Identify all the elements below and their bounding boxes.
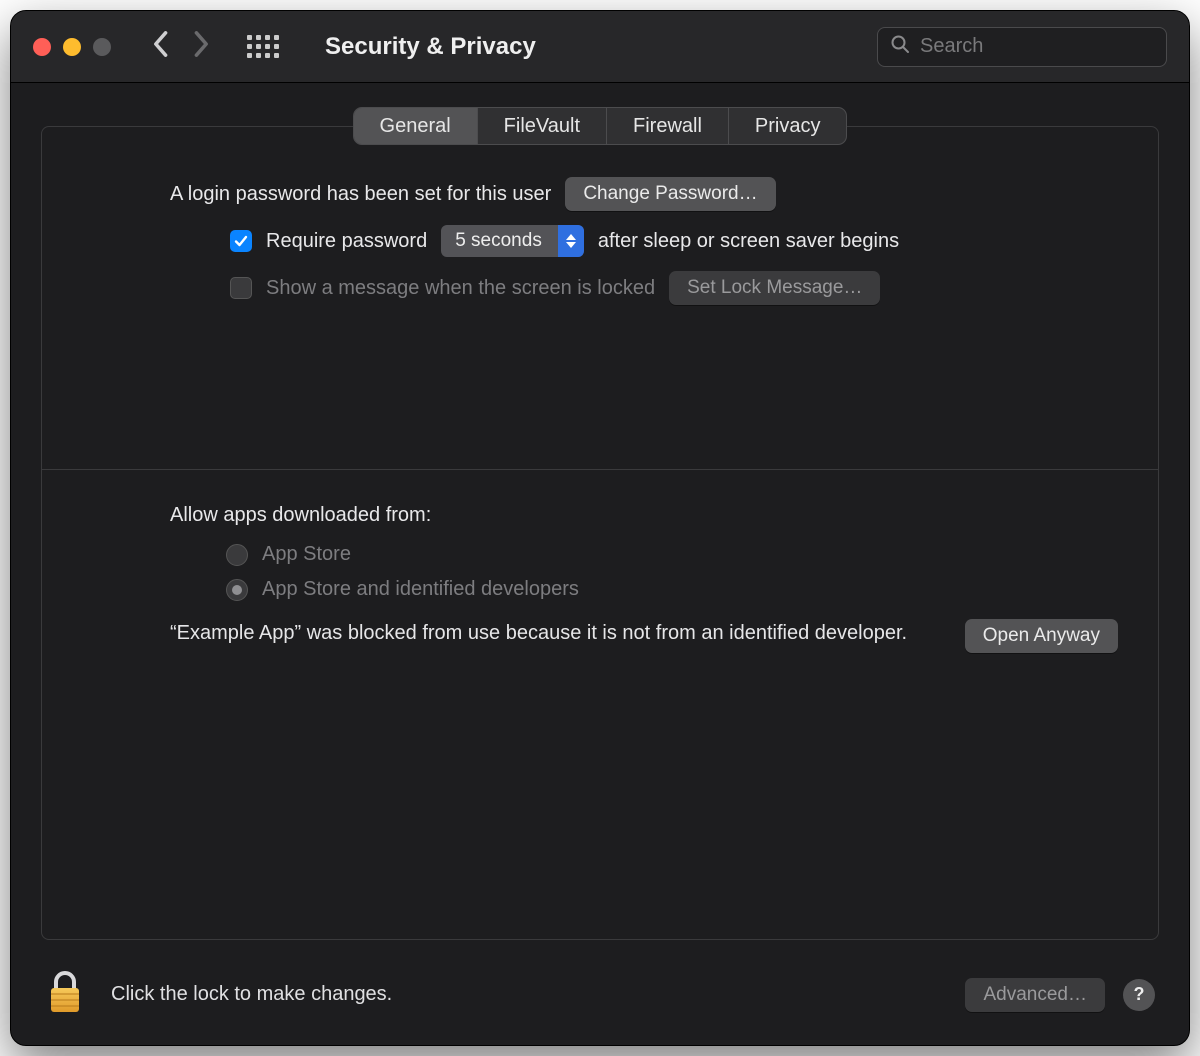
radio-app-store-identified[interactable]: App Store and identified developers (226, 578, 1118, 601)
traffic-lights (33, 38, 111, 56)
require-password-delay-popup[interactable]: 5 seconds (441, 225, 584, 257)
search-field[interactable] (877, 27, 1167, 67)
tab-privacy[interactable]: Privacy (729, 108, 847, 144)
show-lock-message-checkbox[interactable] (230, 277, 252, 299)
login-password-status: A login password has been set for this u… (170, 183, 551, 206)
require-password-delay-value: 5 seconds (455, 230, 542, 252)
advanced-button[interactable]: Advanced… (965, 978, 1105, 1012)
login-password-section: A login password has been set for this u… (42, 177, 1158, 319)
allow-apps-heading: Allow apps downloaded from: (170, 504, 1118, 527)
require-password-checkbox[interactable] (230, 230, 252, 252)
tab-filevault[interactable]: FileVault (478, 108, 607, 144)
window-title: Security & Privacy (325, 33, 536, 61)
radio-app-store-label: App Store (262, 543, 351, 566)
allow-apps-radiogroup: App Store App Store and identified devel… (226, 543, 1118, 601)
tab-general[interactable]: General (354, 108, 478, 144)
close-window-button[interactable] (33, 38, 51, 56)
chevron-updown-icon (558, 225, 584, 257)
search-icon (890, 34, 910, 59)
radio-app-store[interactable]: App Store (226, 543, 1118, 566)
radio-app-store-identified-label: App Store and identified developers (262, 578, 579, 601)
show-all-button[interactable] (247, 35, 279, 58)
zoom-window-button[interactable] (93, 38, 111, 56)
open-anyway-button[interactable]: Open Anyway (965, 619, 1118, 653)
change-password-button[interactable]: Change Password… (565, 177, 775, 211)
section-divider (42, 469, 1158, 470)
radio-icon (226, 544, 248, 566)
content-area: General FileVault Firewall Privacy A log… (11, 83, 1189, 950)
lock-hint: Click the lock to make changes. (111, 983, 392, 1006)
preferences-window: Security & Privacy General FileVault Fir… (10, 10, 1190, 1046)
radio-icon (226, 579, 248, 601)
back-button[interactable] (151, 30, 169, 63)
require-password-prefix: Require password (266, 230, 427, 253)
tab-firewall[interactable]: Firewall (607, 108, 729, 144)
footer: Click the lock to make changes. Advanced… (11, 950, 1189, 1045)
blocked-app-message: “Example App” was blocked from use becau… (170, 619, 925, 647)
titlebar: Security & Privacy (11, 11, 1189, 83)
minimize-window-button[interactable] (63, 38, 81, 56)
set-lock-message-button[interactable]: Set Lock Message… (669, 271, 880, 305)
general-panel: A login password has been set for this u… (41, 126, 1159, 940)
forward-button[interactable] (193, 30, 211, 63)
lock-icon[interactable] (45, 968, 85, 1021)
allow-apps-section: Allow apps downloaded from: App Store Ap… (42, 504, 1158, 653)
help-button[interactable]: ? (1123, 979, 1155, 1011)
nav-arrows (151, 30, 211, 63)
tab-bar: General FileVault Firewall Privacy (353, 107, 848, 145)
search-input[interactable] (920, 35, 1154, 58)
require-password-suffix: after sleep or screen saver begins (598, 230, 899, 253)
show-lock-message-label: Show a message when the screen is locked (266, 277, 655, 300)
